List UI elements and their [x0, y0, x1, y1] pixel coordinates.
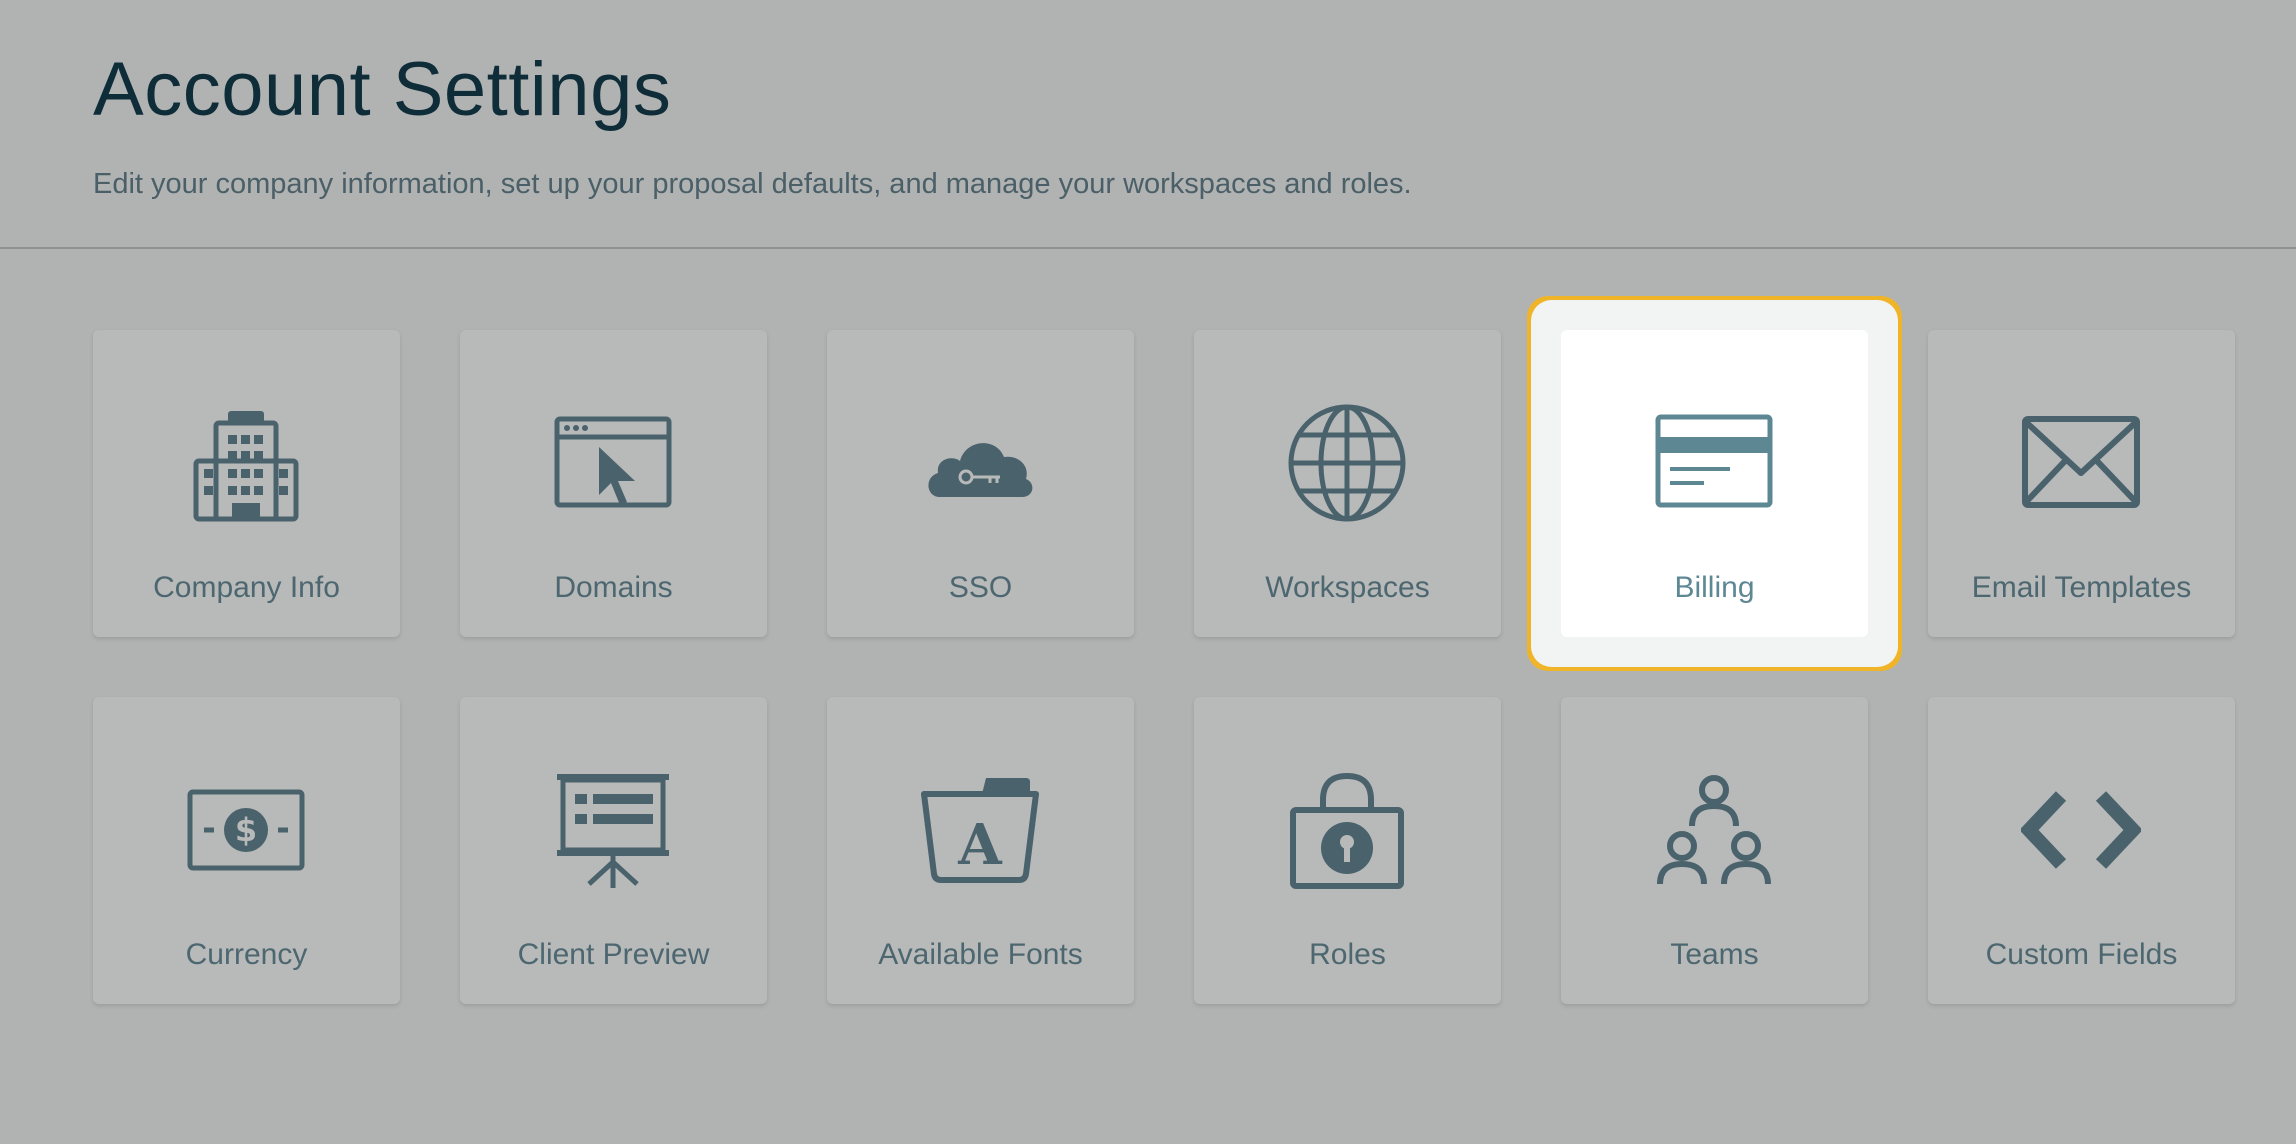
svg-text:A: A: [957, 812, 1003, 878]
tile-workspaces[interactable]: Workspaces: [1194, 330, 1501, 637]
settings-grid: Company Info Domains SSO Workspaces Bill…: [93, 330, 2235, 1004]
envelope-icon: [2021, 403, 2141, 523]
dollar-bill-icon: $: [186, 770, 306, 890]
code-brackets-icon: [2021, 770, 2141, 890]
page-subtitle: Edit your company information, set up yo…: [93, 168, 1412, 200]
tile-label: Billing: [1674, 571, 1755, 604]
tile-label: Roles: [1309, 938, 1386, 971]
tile-company-info[interactable]: Company Info: [93, 330, 400, 637]
tile-label: SSO: [948, 571, 1013, 604]
tile-label: Available Fonts: [878, 938, 1083, 971]
tile-label: Company Info: [153, 571, 340, 604]
globe-icon: [1287, 403, 1407, 523]
tile-email-templates[interactable]: Email Templates: [1928, 330, 2235, 637]
tile-sso[interactable]: SSO: [827, 330, 1134, 637]
font-folder-icon: A: [920, 770, 1040, 890]
tile-available-fonts[interactable]: A Available Fonts: [827, 697, 1134, 1004]
team-people-icon: [1654, 770, 1774, 890]
page-header: Account Settings Edit your company infor…: [0, 0, 2296, 249]
tile-label: Teams: [1670, 938, 1759, 971]
tile-domains[interactable]: Domains: [460, 330, 767, 637]
browser-cursor-icon: [553, 403, 673, 523]
tile-client-preview[interactable]: Client Preview: [460, 697, 767, 1004]
tile-billing[interactable]: Billing: [1561, 330, 1868, 637]
tile-label: Currency: [185, 938, 308, 971]
padlock-icon: [1287, 770, 1407, 890]
tile-currency[interactable]: $ Currency: [93, 697, 400, 1004]
building-icon: [186, 403, 306, 523]
presentation-board-icon: [553, 770, 673, 890]
page-title: Account Settings: [93, 47, 672, 132]
tile-roles[interactable]: Roles: [1194, 697, 1501, 1004]
tile-teams[interactable]: Teams: [1561, 697, 1868, 1004]
tile-label: Client Preview: [517, 938, 710, 971]
cloud-key-icon: [920, 403, 1040, 523]
tile-label: Custom Fields: [1985, 938, 2178, 971]
tile-label: Email Templates: [1971, 571, 2192, 604]
tile-label: Workspaces: [1265, 571, 1430, 604]
svg-text:$: $: [235, 811, 257, 849]
credit-card-icon: [1654, 403, 1774, 523]
tile-custom-fields[interactable]: Custom Fields: [1928, 697, 2235, 1004]
tile-label: Domains: [554, 571, 673, 604]
